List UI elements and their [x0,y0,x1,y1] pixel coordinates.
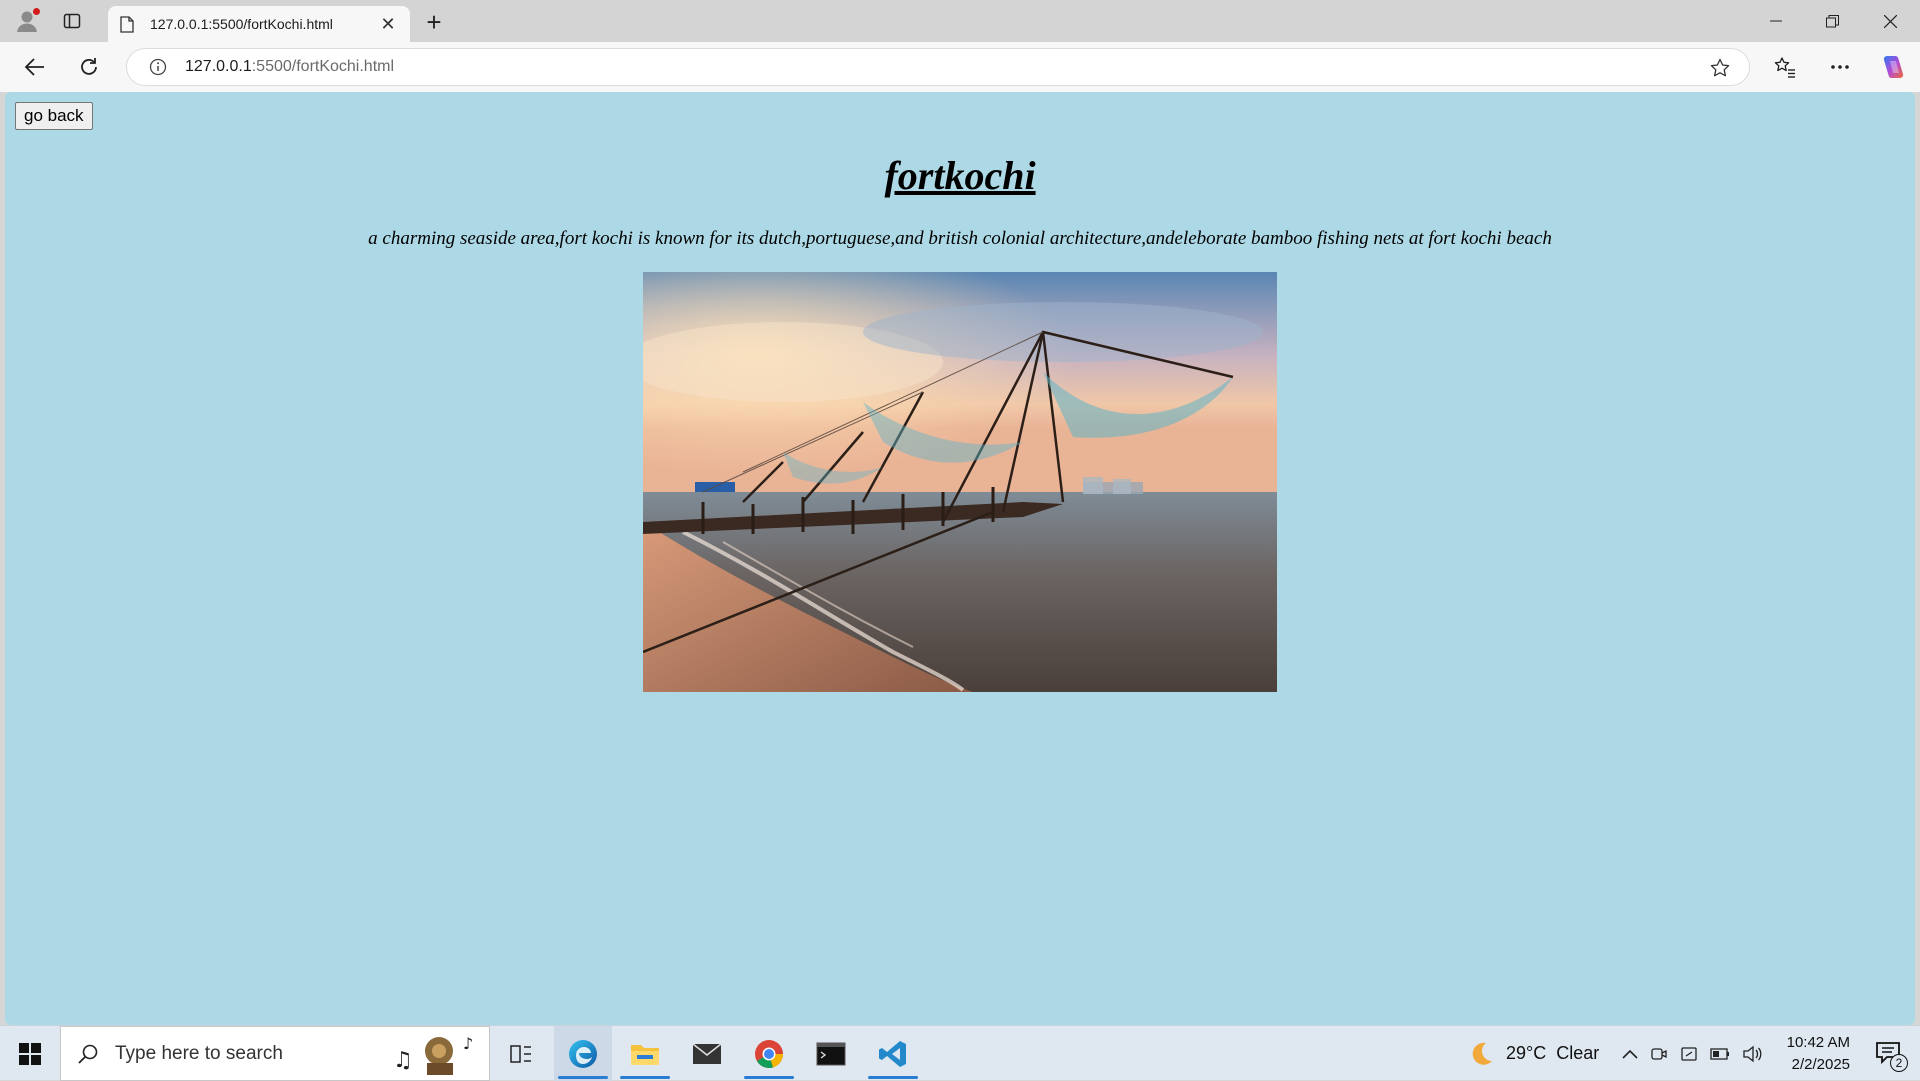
battery-icon[interactable] [1710,1047,1730,1060]
url-host: 127.0.0.1 [185,58,252,75]
url-path: :5500/fortKochi.html [251,58,395,75]
network-icon[interactable] [1680,1045,1698,1063]
notification-count-badge: 2 [1890,1054,1908,1072]
gramophone-search-highlight-icon: ♫ ♪ [393,1034,473,1075]
address-bar[interactable]: 127.0.0.1:5500/fortKochi.html [126,48,1750,86]
url-text: 127.0.0.1:5500/fortKochi.html [185,58,394,76]
clock-time: 10:42 AM [1786,1034,1850,1051]
profile-avatar-icon[interactable] [12,6,42,36]
site-info-icon[interactable] [147,56,169,78]
close-window-icon[interactable] [1862,0,1918,42]
edge-browser-icon[interactable] [554,1026,612,1081]
page-viewport: go back fortkochi a charming seaside are… [5,92,1915,1025]
tab-strip: 127.0.0.1:5500/fortKochi.html ✕ + [0,0,1920,42]
vscode-icon[interactable] [864,1026,922,1081]
weather-condition: Clear [1556,1043,1600,1063]
svg-text:♫: ♫ [393,1048,413,1073]
close-tab-icon[interactable]: ✕ [378,14,398,34]
svg-text:♪: ♪ [463,1034,473,1053]
minimize-icon[interactable] [1748,0,1804,42]
file-explorer-icon[interactable] [616,1026,674,1081]
weather-temp: 29°C [1506,1043,1547,1063]
moon-icon [1472,1042,1492,1065]
mail-icon[interactable] [678,1026,736,1081]
page-title: fortkochi [884,153,1036,198]
chevron-up-icon[interactable] [1622,1049,1638,1059]
page-file-icon [120,15,136,33]
tab-active[interactable]: 127.0.0.1:5500/fortKochi.html ✕ [108,6,410,42]
meet-now-icon[interactable] [1650,1045,1668,1063]
fort-kochi-fishing-nets-image [643,272,1277,692]
restore-icon[interactable] [1804,0,1860,42]
system-tray [1622,1026,1762,1081]
back-arrow-icon[interactable] [20,52,50,82]
volume-icon[interactable] [1742,1045,1762,1063]
tab-actions-icon[interactable] [60,9,84,33]
favorites-icon[interactable] [1770,52,1800,82]
favorite-star-icon[interactable] [1709,57,1731,79]
chrome-icon[interactable] [740,1026,798,1081]
page-description: a charming seaside area,fort kochi is kn… [368,228,1552,249]
tab-title: 127.0.0.1:5500/fortKochi.html [150,16,333,32]
copilot-icon[interactable] [1877,52,1907,82]
refresh-icon[interactable] [74,52,104,82]
navigation-bar: 127.0.0.1:5500/fortKochi.html [0,42,1920,92]
windows-start-icon[interactable] [0,1026,60,1081]
taskbar-search-box[interactable]: Type here to search ♫ ♪ [60,1026,490,1081]
more-options-icon[interactable] [1825,52,1855,82]
notification-center-icon[interactable]: 2 [1874,1038,1908,1072]
terminal-icon[interactable] [802,1026,860,1081]
taskbar: Type here to search ♫ ♪ 29°C Clear 10:42… [0,1025,1920,1081]
search-placeholder: Type here to search [115,1042,283,1064]
weather-widget[interactable]: 29°C Clear [1466,1026,1599,1081]
clock-date: 2/2/2025 [1791,1056,1850,1073]
new-tab-icon[interactable]: + [420,7,448,37]
go-back-button[interactable]: go back [15,102,93,130]
system-clock[interactable]: 10:42 AM 2/2/2025 [1787,1032,1850,1076]
search-icon [77,1042,101,1066]
task-view-icon[interactable] [492,1026,550,1081]
